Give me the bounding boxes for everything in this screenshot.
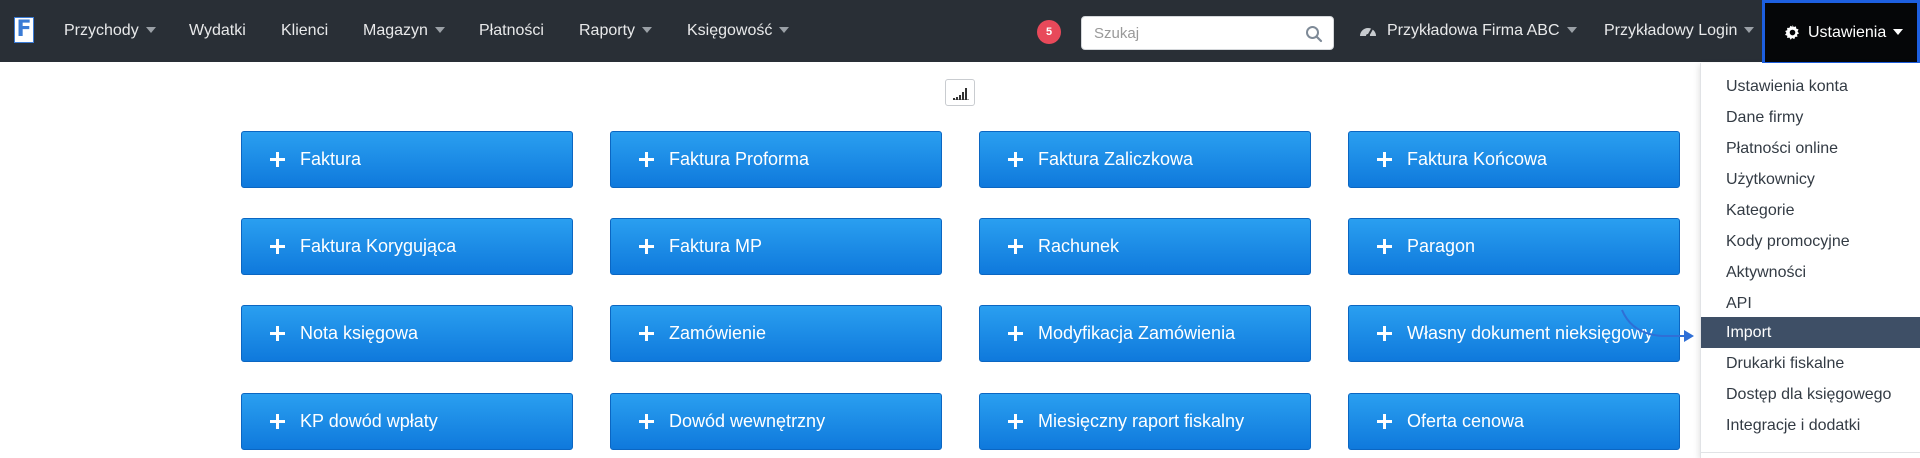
menu-item-dostep-dla-ksiegowego[interactable]: Dostęp dla księgowego: [1701, 379, 1920, 410]
top-navbar: F Przychody Wydatki Klienci Magazyn Płat…: [0, 0, 1920, 62]
gauge-icon: [1359, 23, 1377, 43]
menu-divider: [1701, 452, 1920, 453]
app-logo[interactable]: F: [14, 17, 34, 43]
button-label: Faktura: [300, 149, 362, 169]
chevron-down-icon: [145, 26, 156, 33]
nav-przychody[interactable]: Przychody: [64, 0, 156, 62]
search-icon[interactable]: [1305, 25, 1323, 48]
button-label: Faktura Końcowa: [1407, 149, 1548, 169]
button-label: Nota księgowa: [300, 323, 419, 343]
signal-bars-toggle[interactable]: [945, 79, 975, 106]
nav-magazyn-label: Magazyn: [363, 22, 428, 39]
company-menu[interactable]: Przykładowa Firma ABC: [1387, 0, 1577, 62]
plus-icon: [1008, 152, 1023, 167]
new-faktura-button[interactable]: Faktura: [241, 131, 573, 188]
plus-icon: [639, 326, 654, 341]
menu-item-ustawienia-konta[interactable]: Ustawienia konta: [1701, 71, 1920, 102]
plus-icon: [270, 326, 285, 341]
plus-icon: [270, 414, 285, 429]
notification-badge[interactable]: 5: [1037, 20, 1061, 44]
plus-icon: [1377, 326, 1392, 341]
nav-ksiegowosc-label: Księgowość: [687, 22, 773, 39]
button-label: Dowód wewnętrzny: [669, 411, 826, 431]
menu-item-integracje-i-dodatki[interactable]: Integracje i dodatki: [1701, 410, 1920, 441]
new-kp-dowod-wplaty-button[interactable]: KP dowód wpłaty: [241, 393, 573, 450]
gear-icon: [1785, 25, 1800, 40]
plus-icon: [1008, 239, 1023, 254]
nav-wydatki[interactable]: Wydatki: [189, 0, 246, 62]
plus-icon: [1008, 414, 1023, 429]
search-input[interactable]: [1082, 17, 1292, 49]
chevron-down-icon: [1566, 26, 1577, 33]
button-label: Własny dokument nieksięgowy: [1407, 323, 1654, 343]
button-label: Faktura Zaliczkowa: [1038, 149, 1194, 169]
nav-klienci-label: Klienci: [281, 22, 329, 39]
new-modyfikacja-zamowienia-button[interactable]: Modyfikacja Zamówienia: [979, 305, 1311, 362]
nav-ksiegowosc[interactable]: Księgowość: [687, 0, 790, 62]
menu-item-platnosci-online[interactable]: Płatności online: [1701, 133, 1920, 164]
menu-item-kategorie[interactable]: Kategorie: [1701, 195, 1920, 226]
menu-item-dane-firmy[interactable]: Dane firmy: [1701, 102, 1920, 133]
menu-item-aktywnosci[interactable]: Aktywności: [1701, 257, 1920, 288]
new-rachunek-button[interactable]: Rachunek: [979, 218, 1311, 275]
new-nota-ksiegowa-button[interactable]: Nota księgowa: [241, 305, 573, 362]
button-label: Paragon: [1407, 236, 1476, 256]
new-miesieczny-raport-button[interactable]: Miesięczny raport fiskalny: [979, 393, 1311, 450]
plus-icon: [639, 152, 654, 167]
settings-label: Ustawienia: [1808, 24, 1887, 41]
settings-menu-button[interactable]: Ustawienia: [1762, 0, 1920, 65]
menu-item-import[interactable]: Import: [1701, 317, 1920, 348]
plus-icon: [1377, 414, 1392, 429]
menu-item-kody-promocyjne[interactable]: Kody promocyjne: [1701, 226, 1920, 257]
plus-icon: [639, 414, 654, 429]
login-name: Przykładowy Login: [1604, 22, 1738, 39]
curved-arrow-icon: [1621, 309, 1694, 342]
new-dowod-wewnetrzny-button[interactable]: Dowód wewnętrzny: [610, 393, 942, 450]
plus-icon: [1008, 326, 1023, 341]
chevron-down-icon: [434, 26, 445, 33]
search-box: [1081, 16, 1334, 50]
menu-item-api[interactable]: API: [1701, 288, 1920, 319]
new-faktura-mp-button[interactable]: Faktura MP: [610, 218, 942, 275]
nav-magazyn[interactable]: Magazyn: [363, 0, 445, 62]
chevron-down-icon: [642, 26, 653, 33]
button-label: Oferta cenowa: [1407, 411, 1525, 431]
plus-icon: [639, 239, 654, 254]
button-label: Faktura MP: [669, 236, 763, 256]
plus-icon: [1377, 239, 1392, 254]
new-faktura-proforma-button[interactable]: Faktura Proforma: [610, 131, 942, 188]
nav-wydatki-label: Wydatki: [189, 22, 246, 39]
company-name: Przykładowa Firma ABC: [1387, 22, 1560, 39]
login-menu[interactable]: Przykładowy Login: [1604, 0, 1755, 62]
signal-bars-icon: [953, 88, 969, 100]
button-label: KP dowód wpłaty: [300, 411, 438, 431]
new-faktura-zaliczkowa-button[interactable]: Faktura Zaliczkowa: [979, 131, 1311, 188]
button-label: Miesięczny raport fiskalny: [1038, 411, 1245, 431]
new-paragon-button[interactable]: Paragon: [1348, 218, 1680, 275]
chevron-down-icon: [1893, 28, 1904, 35]
chevron-down-icon: [779, 26, 790, 33]
new-faktura-koncowa-button[interactable]: Faktura Końcowa: [1348, 131, 1680, 188]
new-zamowienie-button[interactable]: Zamówienie: [610, 305, 942, 362]
new-faktura-korygujaca-button[interactable]: Faktura Korygująca: [241, 218, 573, 275]
new-oferta-cenowa-button[interactable]: Oferta cenowa: [1348, 393, 1680, 450]
menu-item-drukarki-fiskalne[interactable]: Drukarki fiskalne: [1701, 348, 1920, 379]
button-label: Faktura Korygująca: [300, 236, 457, 256]
button-label: Rachunek: [1038, 236, 1120, 256]
plus-icon: [270, 152, 285, 167]
nav-platnosci[interactable]: Płatności: [479, 0, 544, 62]
nav-platnosci-label: Płatności: [479, 22, 544, 39]
plus-icon: [270, 239, 285, 254]
nav-raporty[interactable]: Raporty: [579, 0, 653, 62]
button-label: Zamówienie: [669, 323, 767, 343]
menu-item-uzytkownicy[interactable]: Użytkownicy: [1701, 164, 1920, 195]
button-label: Modyfikacja Zamówienia: [1038, 323, 1236, 343]
button-label: Faktura Proforma: [669, 149, 810, 169]
nav-przychody-label: Przychody: [64, 22, 139, 39]
plus-icon: [1377, 152, 1392, 167]
nav-raporty-label: Raporty: [579, 22, 636, 39]
settings-dropdown: Ustawienia konta Dane firmy Płatności on…: [1700, 63, 1920, 458]
chevron-down-icon: [1744, 26, 1755, 33]
nav-klienci[interactable]: Klienci: [281, 0, 328, 62]
